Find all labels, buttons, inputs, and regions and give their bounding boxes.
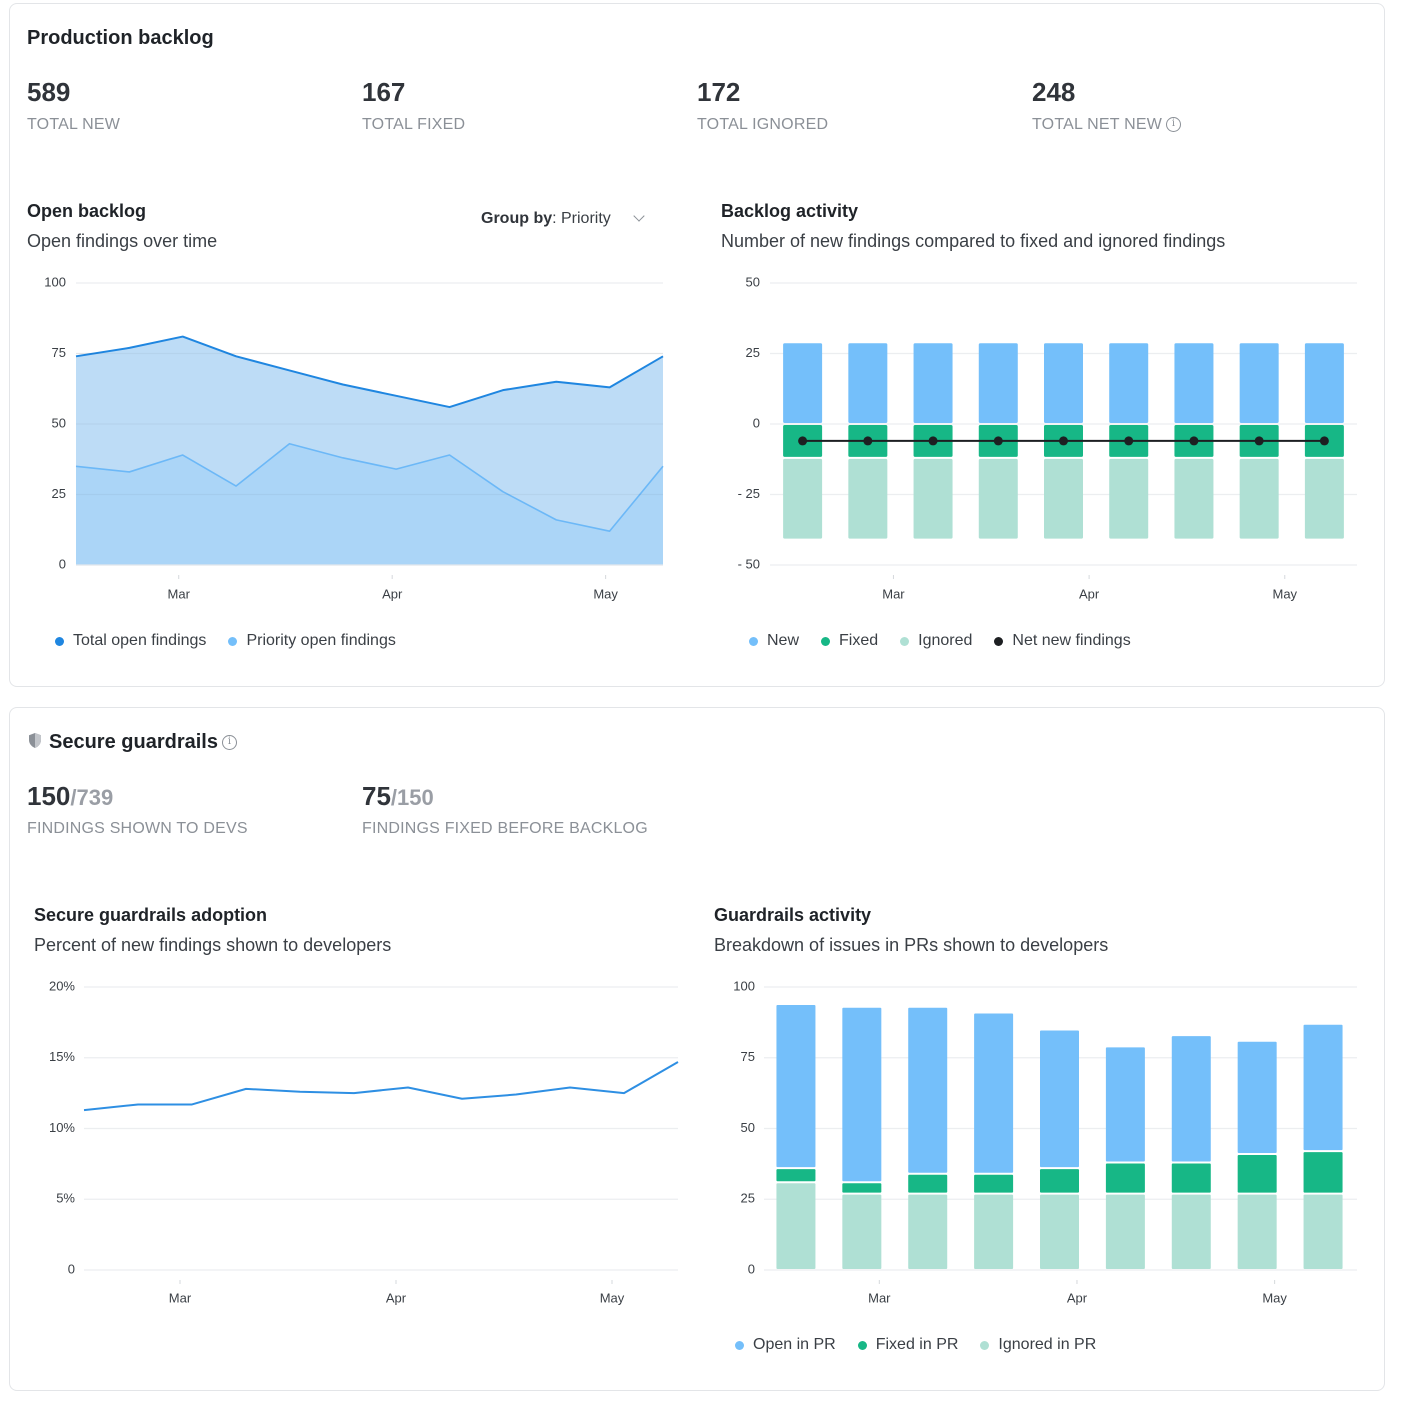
y-tick-label: 0 bbox=[748, 1261, 755, 1276]
x-tick-label: Mar bbox=[868, 1290, 891, 1305]
bar-segment-ignored bbox=[978, 458, 1018, 539]
bar-segment-open-in-pr bbox=[776, 1004, 816, 1168]
y-tick-label: 0 bbox=[59, 556, 66, 571]
x-tick-label: May bbox=[593, 586, 618, 601]
charts-layer: 0255075100Mar Apr May- 50- 2502550Mar Apr Ma… bbox=[44, 274, 1357, 1305]
bar-segment-fixed-in-pr bbox=[1303, 1152, 1343, 1193]
bar-segment-new bbox=[1304, 343, 1344, 423]
bar-segment-open-in-pr bbox=[1171, 1036, 1211, 1162]
bar-segment-ignored-in-pr bbox=[1040, 1194, 1079, 1269]
net-new-point bbox=[1059, 436, 1068, 446]
bar-segment-ignored bbox=[783, 458, 823, 539]
bar-segment-open-in-pr bbox=[842, 1007, 882, 1182]
x-tick-label: Mar bbox=[882, 586, 905, 601]
y-tick-label: 0 bbox=[68, 1261, 75, 1276]
guardrails-activity-bars bbox=[776, 1004, 1343, 1269]
y-tick-label: 0 bbox=[753, 415, 760, 430]
y-tick-label: - 25 bbox=[738, 486, 760, 501]
y-tick-label: 5% bbox=[56, 1191, 75, 1206]
bar-segment-ignored-in-pr bbox=[1237, 1194, 1277, 1269]
bar-segment-new bbox=[783, 343, 823, 423]
y-tick-label: 10% bbox=[49, 1120, 75, 1135]
y-tick-label: 25 bbox=[52, 486, 66, 501]
guardrails-activity-x-axis: Mar Apr May bbox=[868, 1280, 1287, 1305]
backlog-activity-x-axis: Mar Apr May bbox=[882, 575, 1298, 601]
x-tick-label: Apr bbox=[1079, 586, 1100, 601]
bar-segment-ignored bbox=[1304, 458, 1344, 539]
y-tick-label: 75 bbox=[741, 1049, 755, 1064]
y-tick-label: 100 bbox=[44, 274, 66, 289]
bar-segment-ignored-in-pr bbox=[908, 1194, 948, 1269]
y-tick-label: 50 bbox=[741, 1120, 755, 1135]
x-tick-label: May bbox=[600, 1290, 625, 1305]
x-tick-label: Apr bbox=[1067, 1290, 1088, 1305]
y-tick-label: 25 bbox=[746, 345, 760, 360]
x-tick-label: Mar bbox=[169, 1290, 192, 1305]
bar-segment-ignored bbox=[913, 458, 953, 539]
open-backlog-x-axis: Mar Apr May bbox=[168, 575, 618, 601]
net-new-point bbox=[1189, 436, 1199, 446]
bar-segment-ignored bbox=[1239, 458, 1279, 539]
net-new-point bbox=[993, 436, 1003, 446]
bar-segment-fixed-in-pr bbox=[776, 1169, 816, 1182]
guardrails-adoption-series bbox=[83, 1061, 679, 1112]
bar-segment-open-in-pr bbox=[1303, 1024, 1343, 1151]
bar-segment-new bbox=[1044, 343, 1083, 423]
y-tick-label: 100 bbox=[733, 978, 755, 993]
bar-segment-fixed-in-pr bbox=[842, 1183, 882, 1193]
bar-segment-fixed-in-pr bbox=[1237, 1154, 1277, 1193]
bar-segment-fixed-in-pr bbox=[974, 1174, 1014, 1193]
bar-segment-fixed-in-pr bbox=[1040, 1169, 1079, 1193]
bar-segment-ignored bbox=[1109, 458, 1149, 539]
bar-segment-ignored bbox=[1044, 458, 1083, 539]
bar-segment-new bbox=[1174, 343, 1214, 423]
bar-segment-ignored bbox=[848, 458, 888, 539]
guardrails-adoption-x-axis: Mar Apr May bbox=[169, 1280, 625, 1305]
bar-segment-ignored-in-pr bbox=[974, 1194, 1014, 1269]
y-tick-label: 75 bbox=[52, 345, 66, 360]
bar-segment-ignored-in-pr bbox=[842, 1194, 882, 1269]
y-tick-label: 25 bbox=[741, 1191, 755, 1206]
x-tick-label: Apr bbox=[386, 1290, 407, 1305]
bar-segment-open-in-pr bbox=[974, 1013, 1014, 1173]
bar-segment-open-in-pr bbox=[1237, 1041, 1277, 1153]
bar-segment-ignored bbox=[1174, 458, 1214, 539]
y-tick-label: 20% bbox=[49, 978, 75, 993]
guardrails-adoption-axes: 0 5% 10% 15% 20% bbox=[49, 978, 678, 1276]
bar-segment-fixed-in-pr bbox=[1105, 1163, 1145, 1193]
net-new-point bbox=[1124, 436, 1134, 446]
bar-segment-ignored-in-pr bbox=[1303, 1194, 1343, 1269]
bar-segment-ignored-in-pr bbox=[1105, 1194, 1145, 1269]
bar-segment-ignored-in-pr bbox=[776, 1183, 816, 1269]
y-tick-label: 50 bbox=[746, 274, 760, 289]
bar-segment-new bbox=[913, 343, 953, 423]
x-tick-label: Mar bbox=[168, 586, 191, 601]
bar-segment-open-in-pr bbox=[1040, 1030, 1079, 1168]
net-new-point bbox=[1254, 436, 1264, 446]
bar-segment-new bbox=[848, 343, 888, 423]
bar-segment-new bbox=[1239, 343, 1279, 423]
bar-segment-fixed-in-pr bbox=[908, 1174, 948, 1193]
net-new-point bbox=[863, 436, 873, 446]
y-tick-label: 15% bbox=[49, 1049, 75, 1064]
net-new-point bbox=[1319, 436, 1329, 446]
bar-segment-new bbox=[1109, 343, 1149, 423]
x-tick-label: Apr bbox=[382, 586, 403, 601]
net-new-point bbox=[928, 436, 938, 446]
bar-segment-new bbox=[978, 343, 1018, 423]
x-tick-label: May bbox=[1262, 1290, 1287, 1305]
bar-segment-ignored-in-pr bbox=[1171, 1194, 1211, 1269]
x-tick-label: May bbox=[1272, 586, 1297, 601]
series-line bbox=[83, 1061, 679, 1112]
bar-segment-open-in-pr bbox=[1105, 1047, 1145, 1162]
bar-segment-fixed-in-pr bbox=[1171, 1163, 1211, 1193]
bar-segment-open-in-pr bbox=[908, 1007, 948, 1173]
net-new-point bbox=[798, 436, 808, 446]
y-tick-label: - 50 bbox=[738, 556, 760, 571]
y-tick-label: 50 bbox=[52, 415, 66, 430]
